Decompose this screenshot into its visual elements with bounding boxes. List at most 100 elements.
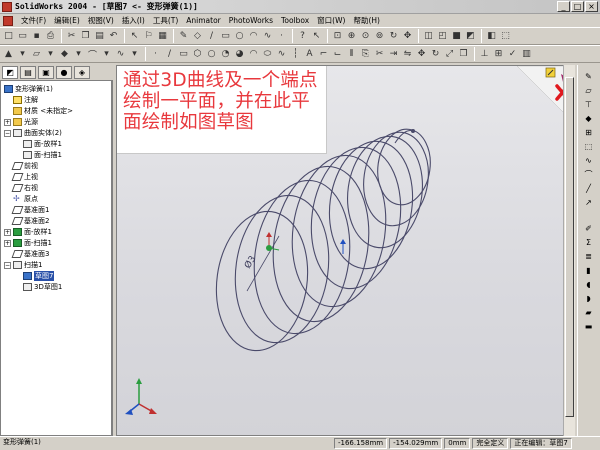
tree-item-loft-feature[interactable]: + 面-放样1 <box>4 227 52 237</box>
spline-icon[interactable]: ∿ <box>275 48 288 61</box>
photoworks-tab[interactable]: ◈ <box>74 66 90 79</box>
centerline-icon[interactable]: ┆ <box>289 48 302 61</box>
collapse-icon[interactable]: − <box>4 129 11 137</box>
right-tool-sweep-icon[interactable]: ◗ <box>582 293 595 304</box>
right-tool-axis-icon[interactable]: ⊤ <box>582 99 595 110</box>
copy-sketch-icon[interactable]: ❐ <box>457 48 470 61</box>
right-tool-coordinate-icon[interactable]: ⊞ <box>582 127 595 138</box>
perspective-icon[interactable]: ◩ <box>464 30 477 43</box>
right-tool-sketch-icon[interactable]: ✎ <box>582 71 595 82</box>
extrude-icon[interactable]: ▲ <box>2 48 15 61</box>
save-icon[interactable]: ▪ <box>30 30 43 43</box>
trim-icon[interactable]: ✂ <box>373 48 386 61</box>
tangent-arc-icon[interactable]: ◕ <box>233 48 246 61</box>
graphics-area[interactable]: 通过3D曲线及一个端点绘制一平面，并在此平面绘制如图草图 Ø3 <box>116 65 575 436</box>
hidden-lines-icon[interactable]: ◰ <box>436 30 449 43</box>
right-tool-3d-sketch-icon[interactable]: ⬚ <box>582 141 595 152</box>
zoom-in-out-icon[interactable]: ⊙ <box>359 30 372 43</box>
right-tool-composite-curve-icon[interactable]: ↗ <box>582 197 595 208</box>
zoom-area-icon[interactable]: ⊕ <box>345 30 358 43</box>
restore-button[interactable]: □ <box>571 1 584 12</box>
expand-icon[interactable]: + <box>4 228 11 236</box>
tree-item-lights[interactable]: + 光源 <box>4 117 38 127</box>
tree-item-sweep-feature[interactable]: + 面-扫描1 <box>4 238 52 248</box>
menu-tools[interactable]: 工具(T) <box>149 15 182 26</box>
menu-window[interactable]: 窗口(W) <box>313 15 349 26</box>
rectangle-icon[interactable]: ▭ <box>219 30 232 43</box>
right-tool-list-icon[interactable]: ≣ <box>582 251 595 262</box>
extend-icon[interactable]: ⇥ <box>387 48 400 61</box>
document-icon[interactable] <box>3 15 13 26</box>
copy-icon[interactable]: ❐ <box>79 30 92 43</box>
menu-photoworks[interactable]: PhotoWorks <box>225 16 277 25</box>
collapse-icon[interactable]: − <box>4 261 11 269</box>
tree-item-plane1[interactable]: 基准面1 <box>11 205 49 215</box>
point-icon[interactable]: · <box>275 30 288 43</box>
right-tool-surface-icon[interactable]: ▬ <box>582 321 595 332</box>
curve-icon[interactable]: ∿ <box>114 48 127 61</box>
relations-icon[interactable]: ⊥ <box>478 48 491 61</box>
tree-item-plane3[interactable]: 基准面3 <box>11 249 49 259</box>
offset-icon[interactable]: ⫴ <box>345 48 358 61</box>
tree-root[interactable]: 变形弹簧(1) <box>4 84 53 94</box>
tree-item-plane2[interactable]: 基准面2 <box>11 216 49 226</box>
fillet-sketch-icon[interactable]: ⌐ <box>317 48 330 61</box>
right-tool-sum-icon[interactable]: Σ <box>582 237 595 248</box>
spline-icon[interactable]: ∿ <box>261 30 274 43</box>
sketch-icon[interactable]: ✎ <box>177 30 190 43</box>
section-view-icon[interactable]: ◧ <box>485 30 498 43</box>
paste-icon[interactable]: ▤ <box>93 30 106 43</box>
circle-icon[interactable]: ○ <box>205 48 218 61</box>
menu-help[interactable]: 帮助(H) <box>349 15 384 26</box>
rotate-icon[interactable]: ↻ <box>387 30 400 43</box>
menu-file[interactable]: 文件(F) <box>17 15 50 26</box>
zoom-selection-icon[interactable]: ⊚ <box>373 30 386 43</box>
tree-item-3dsketch1[interactable]: 3D草图1 <box>23 282 62 292</box>
arc-icon[interactable]: ◠ <box>247 30 260 43</box>
select-filter-icon[interactable]: ↖ <box>310 30 323 43</box>
animator-tab[interactable]: ● <box>56 66 72 79</box>
menu-toolbox[interactable]: Toolbox <box>277 16 313 25</box>
helix-end-point[interactable] <box>411 129 415 133</box>
minimize-button[interactable]: _ <box>557 1 570 12</box>
menu-animator[interactable]: Animator <box>182 16 224 25</box>
tree-item-sketch7[interactable]: 草图7 <box>23 271 55 281</box>
menu-insert[interactable]: 插入(I) <box>118 15 149 26</box>
shaded-icon[interactable]: ■ <box>450 30 463 43</box>
tree-item-loft-surface[interactable]: 面-放样1 <box>23 139 62 149</box>
right-tool-split-line-icon[interactable]: ╱ <box>582 183 595 194</box>
right-tool-point-icon[interactable]: ◆ <box>582 113 595 124</box>
scrollbar-thumb[interactable] <box>565 77 574 417</box>
tree-item-front-plane[interactable]: 前视 <box>11 161 38 171</box>
tree-item-annotations[interactable]: 注解 <box>13 95 38 105</box>
ellipse-icon[interactable]: ⬭ <box>261 48 274 61</box>
revolve-icon[interactable]: ◆ <box>58 48 71 61</box>
tree-item-material[interactable]: 材质 <未指定> <box>13 106 73 116</box>
wireframe-icon[interactable]: ◫ <box>422 30 435 43</box>
right-tool-plane-icon[interactable]: ▱ <box>582 85 595 96</box>
center-arc-icon[interactable]: ◔ <box>219 48 232 61</box>
right-tool-edit-icon[interactable]: ✐ <box>582 223 595 234</box>
menu-edit[interactable]: 编辑(E) <box>50 15 84 26</box>
rotate-sketch-icon[interactable]: ↻ <box>429 48 442 61</box>
right-tool-loft-icon[interactable]: ▰ <box>582 307 595 318</box>
property-manager-tab[interactable]: ▤ <box>20 66 36 79</box>
expand-icon[interactable]: + <box>4 118 11 126</box>
view-orientation-icon[interactable]: ⬚ <box>499 30 512 43</box>
repair-sketch-icon[interactable]: ✓ <box>506 48 519 61</box>
vertical-scrollbar[interactable] <box>563 65 575 436</box>
rebuild-icon[interactable]: ⚐ <box>142 30 155 43</box>
rectangle-icon[interactable]: ▭ <box>177 48 190 61</box>
zoom-fit-icon[interactable]: ⊡ <box>331 30 344 43</box>
options-icon[interactable]: ▦ <box>156 30 169 43</box>
right-tool-revolve-icon[interactable]: ◖ <box>582 279 595 290</box>
convert-entities-icon[interactable]: ⎘ <box>359 48 372 61</box>
dropdown-icon[interactable]: ▾ <box>100 48 113 61</box>
configuration-manager-tab[interactable]: ▣ <box>38 66 54 79</box>
dropdown-icon[interactable]: ▾ <box>44 48 57 61</box>
cut-icon[interactable]: ✂ <box>65 30 78 43</box>
right-tool-projected-curve-icon[interactable]: ⌒ <box>582 169 595 180</box>
tree-item-origin[interactable]: ✢ 原点 <box>13 194 38 204</box>
tree-item-surface-bodies[interactable]: − 曲面实体(2) <box>4 128 62 138</box>
text-icon[interactable]: A <box>303 48 316 61</box>
